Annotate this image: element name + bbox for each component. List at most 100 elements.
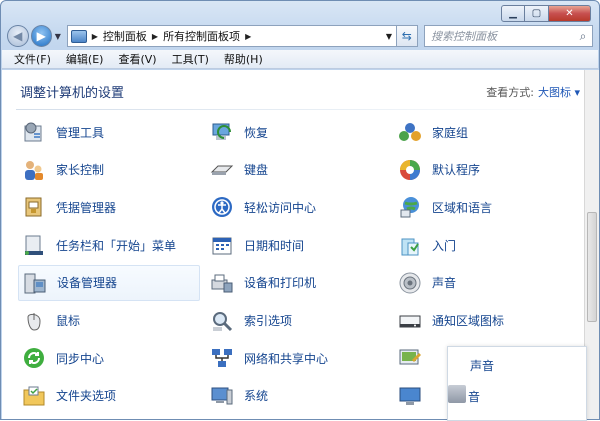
- control-panel-item[interactable]: 设备管理器: [18, 264, 200, 301]
- display-icon: [398, 384, 422, 408]
- back-button[interactable]: ◀: [7, 25, 29, 47]
- mouse-icon: [22, 309, 46, 333]
- device-manager-icon: [23, 271, 47, 295]
- header-divider: [16, 109, 584, 110]
- maximize-button[interactable]: ▢: [525, 5, 549, 22]
- control-panel-item[interactable]: 网络和共享中心: [206, 340, 388, 376]
- control-panel-item[interactable]: 索引选项: [206, 303, 388, 339]
- menu-view[interactable]: 查看(V): [118, 51, 156, 67]
- devices-printers-icon: [210, 271, 234, 295]
- forward-arrow-icon: ▶: [36, 29, 46, 43]
- control-panel-item[interactable]: 默认程序: [394, 152, 576, 188]
- refresh-icon: ⇆: [401, 29, 412, 43]
- page-title: 调整计算机的设置: [20, 86, 125, 101]
- control-panel-item-label: 系统: [244, 389, 269, 404]
- control-panel-item-label: 默认程序: [432, 163, 481, 178]
- indexing-options-icon: [210, 309, 234, 333]
- control-panel-item[interactable]: 区域和语言: [394, 189, 576, 225]
- address-dropdown-icon[interactable]: ▼: [381, 31, 396, 41]
- control-panel-item-label: 管理工具: [56, 125, 105, 140]
- control-panel-item-label: 通知区域图标: [432, 314, 505, 328]
- control-panel-item[interactable]: 同步中心: [18, 340, 200, 376]
- breadcrumb-arrow-icon[interactable]: ▶: [92, 32, 98, 41]
- region-language-icon: [398, 195, 422, 219]
- minimize-icon: ▁: [509, 8, 517, 19]
- keyboard-icon: [210, 158, 234, 182]
- control-panel-item-label: 入门: [432, 238, 457, 253]
- control-panel-item-label: 设备和打印机: [244, 276, 317, 291]
- breadcrumb-control-panel[interactable]: 控制面板: [103, 28, 147, 44]
- sound-icon: [398, 271, 422, 295]
- control-panel-item-label: 凭据管理器: [56, 200, 117, 215]
- control-panel-item-label: 区域和语言: [432, 200, 493, 215]
- tooltip-icon: [448, 385, 466, 403]
- control-panel-item[interactable]: 凭据管理器: [18, 189, 200, 225]
- hover-tooltip: 声音 音: [447, 346, 587, 421]
- forward-button[interactable]: ▶: [30, 25, 52, 47]
- tooltip-line-2: 音: [468, 390, 481, 404]
- breadcrumb-arrow-icon[interactable]: ▶: [152, 32, 158, 41]
- control-panel-item[interactable]: 任务栏和「开始」菜单: [18, 227, 200, 263]
- system-icon: [210, 384, 234, 408]
- ease-of-access-icon: [210, 195, 234, 219]
- control-panel-item-label: 恢复: [244, 125, 269, 140]
- view-by-label: 查看方式:: [486, 86, 534, 99]
- search-input[interactable]: [430, 29, 574, 43]
- refresh-button[interactable]: ⇆: [396, 25, 418, 47]
- date-time-icon: [210, 233, 234, 257]
- menu-file[interactable]: 文件(F): [14, 51, 51, 67]
- view-by-dropdown[interactable]: 大图标 ▾: [538, 84, 580, 100]
- menu-tools[interactable]: 工具(T): [172, 51, 209, 67]
- menu-edit[interactable]: 编辑(E): [66, 51, 104, 67]
- admin-tools-icon: [22, 120, 46, 144]
- control-panel-item[interactable]: 系统: [206, 378, 388, 414]
- control-panel-item[interactable]: 鼠标: [18, 303, 200, 339]
- menu-bar: 文件(F) 编辑(E) 查看(V) 工具(T) 帮助(H): [2, 50, 598, 69]
- control-panel-item[interactable]: 恢复: [206, 114, 388, 150]
- control-panel-item[interactable]: 家庭组: [394, 114, 576, 150]
- address-bar[interactable]: ▶ 控制面板 ▶ 所有控制面板项 ▶ ▼: [66, 25, 397, 47]
- minimize-button[interactable]: ▁: [501, 5, 525, 22]
- control-panel-item[interactable]: 家长控制: [18, 152, 200, 188]
- control-panel-item-label: 声音: [432, 276, 457, 291]
- menu-help[interactable]: 帮助(H): [224, 51, 263, 67]
- control-panel-item[interactable]: 键盘: [206, 152, 388, 188]
- control-panel-item-label: 日期和时间: [244, 238, 305, 253]
- search-icon[interactable]: ⌕: [574, 29, 592, 44]
- control-panel-item[interactable]: 设备和打印机: [206, 265, 388, 301]
- search-box: ⌕: [423, 25, 593, 47]
- control-panel-item-label: 网络和共享中心: [244, 351, 329, 366]
- close-icon: ✕: [565, 8, 574, 19]
- recovery-icon: [210, 120, 234, 144]
- back-arrow-icon: ◀: [13, 29, 23, 43]
- control-panel-item[interactable]: 文件夹选项: [18, 378, 200, 414]
- breadcrumb-all-items[interactable]: 所有控制面板项: [163, 28, 240, 44]
- homegroup-icon: [398, 120, 422, 144]
- control-panel-item-label: 任务栏和「开始」菜单: [56, 238, 177, 253]
- control-panel-icon: [70, 29, 87, 43]
- control-panel-item[interactable]: 入门: [394, 227, 576, 263]
- getting-started-icon: [398, 233, 422, 257]
- recent-pages-button[interactable]: ▼: [53, 32, 63, 41]
- control-panel-item[interactable]: 轻松访问中心: [206, 189, 388, 225]
- scrollbar-thumb[interactable]: [587, 212, 597, 322]
- taskbar-icon: [22, 233, 46, 257]
- personalization-icon: [398, 346, 422, 370]
- close-button[interactable]: ✕: [549, 5, 591, 22]
- folder-options-icon: [22, 384, 46, 408]
- parental-controls-icon: [22, 158, 46, 182]
- control-panel-item-label: 键盘: [244, 163, 269, 178]
- control-panel-item[interactable]: 声音: [394, 265, 576, 301]
- default-programs-icon: [398, 158, 422, 182]
- control-panel-item-label: 鼠标: [56, 314, 81, 328]
- content-header: 调整计算机的设置 查看方式: 大图标 ▾: [20, 82, 580, 101]
- credential-manager-icon: [22, 195, 46, 219]
- control-panel-item-label: 家庭组: [432, 125, 469, 140]
- control-panel-item[interactable]: 日期和时间: [206, 227, 388, 263]
- notification-area-icon: [398, 309, 422, 333]
- control-panel-item[interactable]: 管理工具: [18, 114, 200, 150]
- breadcrumb-arrow-icon[interactable]: ▶: [245, 32, 251, 41]
- caption-buttons: ▁ ▢ ✕: [501, 5, 591, 22]
- control-panel-item[interactable]: 通知区域图标: [394, 303, 576, 339]
- control-panel-item-label: 文件夹选项: [56, 389, 117, 404]
